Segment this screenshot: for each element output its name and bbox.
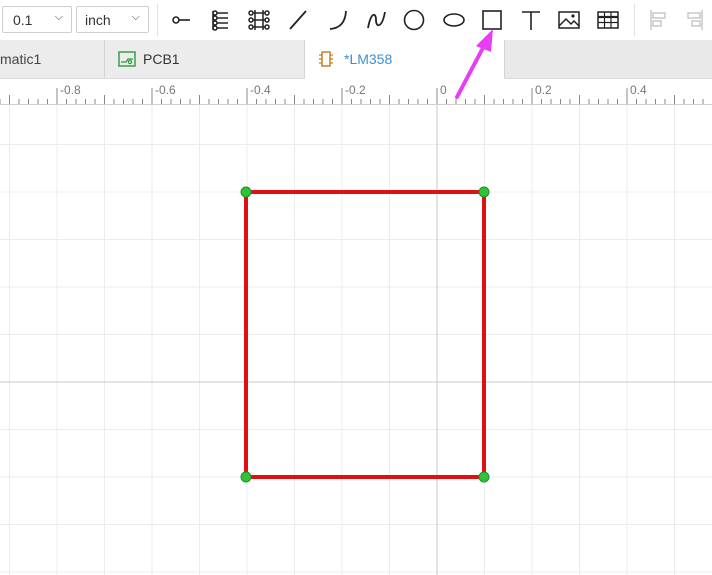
ruler-label: -0.4 bbox=[250, 83, 271, 97]
corner-handle bbox=[240, 471, 252, 483]
table-icon bbox=[597, 11, 619, 29]
pcb-icon bbox=[118, 50, 136, 68]
horizontal-ruler: -0.8 -0.6 -0.4 -0.2 0 0.2 0.4 bbox=[0, 79, 712, 105]
bezier-tool-button[interactable] bbox=[363, 6, 391, 34]
ruler-label: 0.4 bbox=[630, 83, 647, 97]
toolbar-divider bbox=[157, 4, 158, 36]
text-icon bbox=[522, 11, 540, 30]
circle-icon bbox=[403, 9, 425, 31]
chevron-down-icon: ⌵ bbox=[54, 11, 63, 23]
image-icon bbox=[558, 11, 580, 29]
bezier-curve-icon bbox=[367, 11, 386, 29]
corner-handle bbox=[478, 471, 490, 483]
canvas-svg bbox=[0, 105, 712, 575]
pin-grid-tool-button[interactable] bbox=[245, 6, 273, 34]
pin-grid-icon bbox=[248, 10, 270, 30]
unit-select[interactable]: inch ⌵ bbox=[76, 6, 149, 33]
symbol-icon bbox=[317, 50, 335, 68]
align-left-button[interactable] bbox=[645, 6, 673, 34]
corner-handle bbox=[240, 186, 252, 198]
line-icon bbox=[289, 10, 307, 30]
rectangle-icon bbox=[482, 10, 502, 30]
tab-label: PCB1 bbox=[143, 51, 180, 67]
align-right-icon bbox=[687, 10, 703, 30]
align-right-button[interactable] bbox=[684, 6, 712, 34]
ruler-label: 0.2 bbox=[535, 83, 552, 97]
ruler-label: -0.6 bbox=[155, 83, 176, 97]
pin-icon bbox=[172, 16, 190, 24]
tab-label: *LM358 bbox=[344, 51, 393, 67]
chevron-down-icon: ⌵ bbox=[131, 11, 140, 23]
table-tool-button[interactable] bbox=[594, 6, 622, 34]
ruler-label: 0 bbox=[440, 83, 447, 97]
corner-handle bbox=[478, 186, 490, 198]
image-tool-button[interactable] bbox=[555, 6, 583, 34]
arc-icon bbox=[329, 10, 347, 30]
ellipse-icon bbox=[443, 13, 465, 27]
unit-value: inch bbox=[85, 12, 111, 28]
pin-tool-button[interactable] bbox=[168, 6, 196, 34]
ruler-label: -0.8 bbox=[60, 83, 81, 97]
ruler-label: -0.2 bbox=[345, 83, 366, 97]
tab-lm358[interactable]: *LM358 bbox=[305, 40, 505, 79]
arc-tool-button[interactable] bbox=[325, 6, 353, 34]
ellipse-tool-button[interactable] bbox=[440, 6, 468, 34]
drawing-canvas[interactable] bbox=[0, 105, 712, 575]
pin-row-tool-button[interactable] bbox=[206, 6, 234, 34]
toolbar-divider bbox=[634, 4, 635, 36]
toolbar: 0.1 ⌵ inch ⌵ bbox=[0, 0, 712, 41]
align-left-icon bbox=[650, 10, 666, 30]
pin-row-icon bbox=[212, 10, 228, 31]
rectangle-tool-button[interactable] bbox=[478, 6, 506, 34]
line-tool-button[interactable] bbox=[284, 6, 312, 34]
circle-tool-button[interactable] bbox=[400, 6, 428, 34]
tab-schematic[interactable]: matic1 bbox=[0, 40, 105, 78]
text-tool-button[interactable] bbox=[517, 6, 545, 34]
tab-pcb[interactable]: PCB1 bbox=[105, 40, 305, 78]
ruler-scale: -0.8 -0.6 -0.4 -0.2 0 0.2 0.4 bbox=[0, 83, 704, 104]
grid-size-value: 0.1 bbox=[13, 12, 33, 28]
tab-label: matic1 bbox=[0, 51, 42, 67]
document-tab-bar: matic1 PCB1 *LM358 bbox=[0, 40, 712, 79]
grid-size-select[interactable]: 0.1 ⌵ bbox=[2, 6, 72, 33]
